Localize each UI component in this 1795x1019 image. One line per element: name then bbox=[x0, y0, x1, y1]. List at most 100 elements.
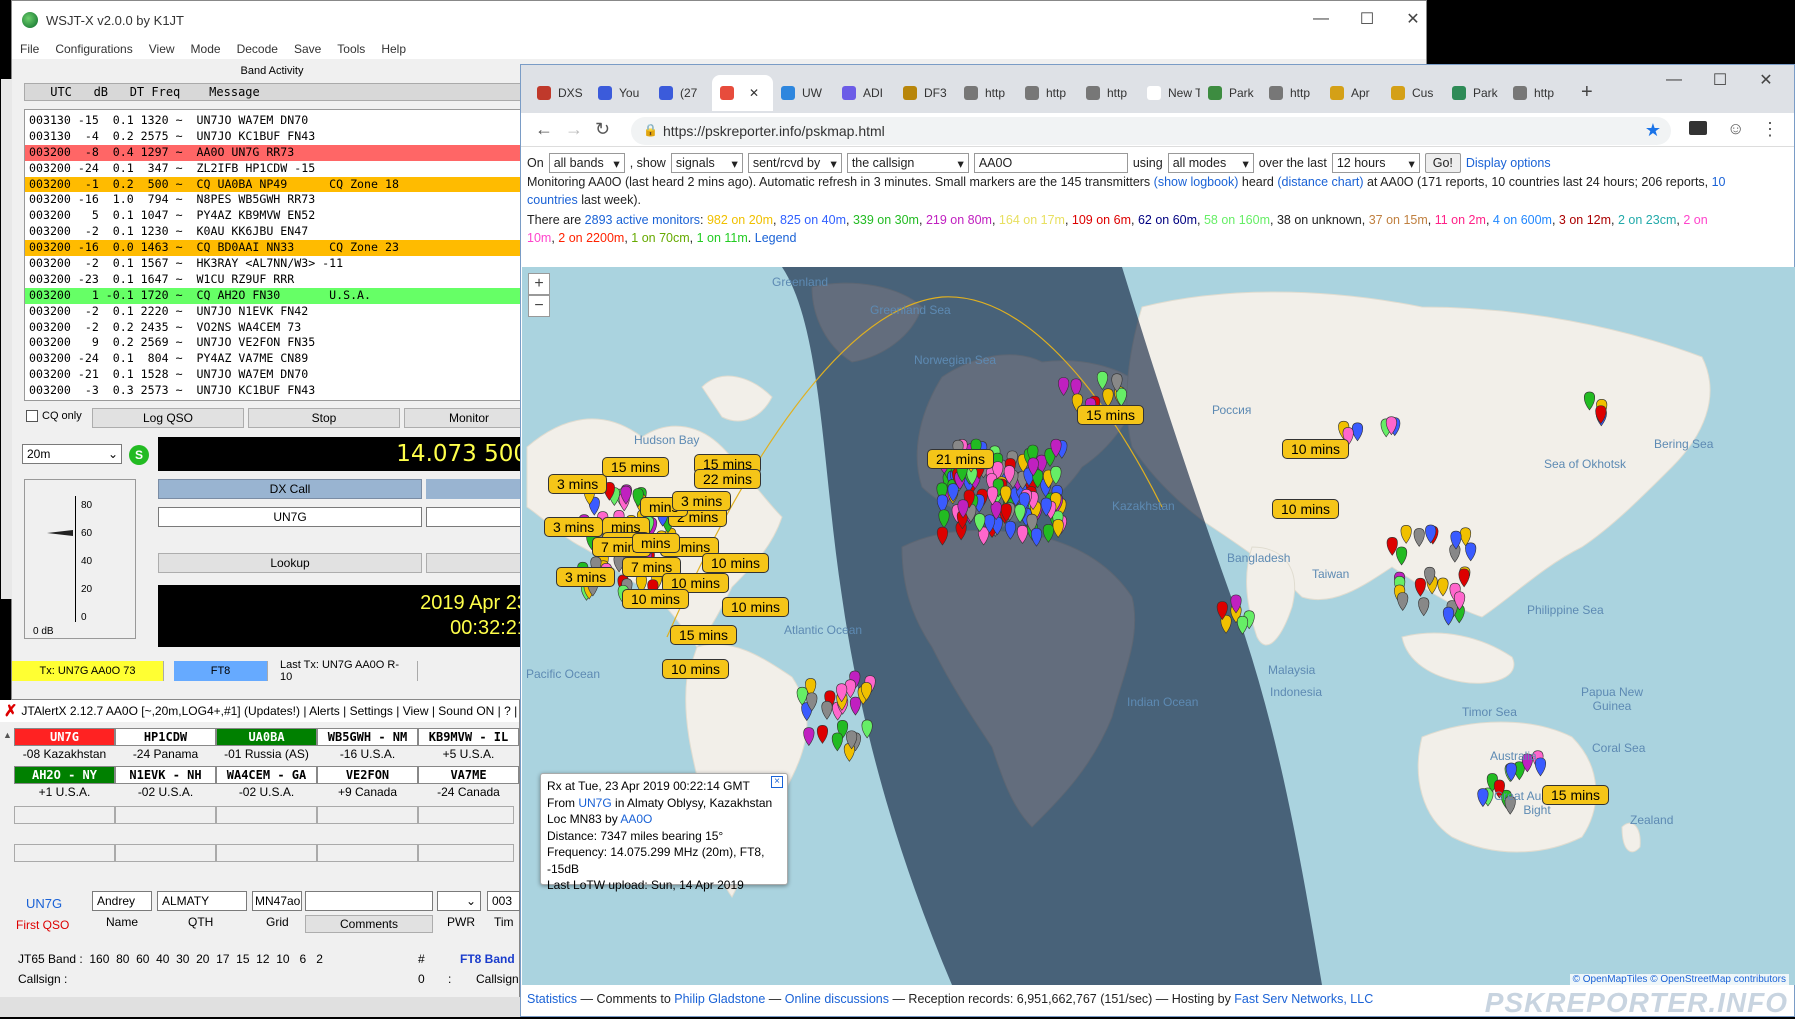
countries-link-2[interactable]: countries bbox=[527, 193, 578, 207]
browser-tab[interactable]: ADI bbox=[834, 75, 895, 111]
time-bubble[interactable]: 15 mins bbox=[670, 625, 738, 645]
distance-chart-link[interactable]: (distance chart) bbox=[1277, 175, 1363, 189]
monitor-button[interactable]: Monitor bbox=[404, 408, 534, 428]
time-bubble[interactable]: 3 mins bbox=[672, 491, 732, 511]
countries-link[interactable]: 10 bbox=[1712, 175, 1726, 189]
back-icon[interactable]: ← bbox=[535, 119, 553, 140]
station-marker[interactable] bbox=[831, 732, 843, 752]
cq-only-checkbox[interactable]: CQ only bbox=[26, 410, 82, 422]
browser-tab[interactable]: (27 bbox=[651, 75, 712, 111]
browser-tab[interactable]: You bbox=[590, 75, 651, 111]
time-bubble[interactable]: 15 mins bbox=[1542, 785, 1610, 805]
callsign-cell[interactable]: WB5GWH - NM bbox=[317, 728, 418, 746]
callsign-cell[interactable]: KB9MVW - IL bbox=[418, 728, 519, 746]
callsign-cell[interactable]: UN7G bbox=[14, 728, 115, 746]
address-bar[interactable]: 🔒 https://pskreporter.info/pskmap.html ★ bbox=[631, 117, 1671, 145]
band-select[interactable]: 20m ⌄ bbox=[22, 444, 122, 464]
time-bubble[interactable]: mins bbox=[632, 533, 680, 553]
browser-tab[interactable]: New Tab bbox=[1139, 75, 1200, 111]
decode-row[interactable]: 003200 -1 0.2 500 ~ CQ UA0BA NP49 CQ Zon… bbox=[25, 176, 533, 193]
callsign-cell[interactable]: AH2O - NY bbox=[14, 766, 115, 784]
callsign-input[interactable]: AA0O bbox=[973, 153, 1128, 173]
tab-close-icon[interactable]: ✕ bbox=[749, 86, 759, 100]
callsign-type-select[interactable]: the callsign ▾ bbox=[846, 153, 969, 173]
station-marker[interactable] bbox=[1418, 597, 1430, 617]
go-button[interactable]: Go! bbox=[1424, 153, 1461, 173]
extension-icon[interactable] bbox=[1689, 121, 1707, 135]
legend-link[interactable]: Legend bbox=[755, 231, 797, 245]
decode-row[interactable]: 003200 -23 0.1 1647 ~ W1CU RZ9UF RRR bbox=[25, 271, 533, 288]
time-bubble[interactable]: 3 mins bbox=[548, 474, 608, 494]
decode-row[interactable]: 003200 -3 0.3 2573 ~ UN7JO KC1BUF FN43 bbox=[25, 383, 533, 400]
time-bubble[interactable]: 10 mins bbox=[702, 553, 770, 573]
decode-row[interactable]: 003200 -16 1.0 794 ~ N8PES WB5GWH RR73 bbox=[25, 192, 533, 209]
zoom-in-button[interactable]: + bbox=[528, 273, 550, 295]
time-bubble[interactable]: 10 mins bbox=[722, 597, 790, 617]
new-tab-button[interactable]: + bbox=[1581, 81, 1593, 104]
menu-save[interactable]: Save bbox=[286, 42, 329, 56]
chrome-menu-icon[interactable]: ⋮ bbox=[1761, 119, 1779, 140]
philip-gladstone-link[interactable]: Philip Gladstone bbox=[674, 992, 765, 1006]
station-marker[interactable] bbox=[1397, 592, 1409, 611]
callsign-cell[interactable]: VE2FON bbox=[317, 766, 418, 784]
station-marker[interactable] bbox=[821, 701, 833, 720]
show-logbook-link[interactable]: (show logbook) bbox=[1154, 175, 1239, 189]
browser-tab[interactable]: Park bbox=[1444, 75, 1505, 111]
callsign-cell[interactable]: HP1CDW bbox=[115, 728, 216, 746]
band-activity-list[interactable]: 003130 -15 0.1 1320 ~ UN7JO WA7EM DN70 00… bbox=[24, 109, 534, 401]
bookmark-star-icon[interactable]: ★ bbox=[1645, 120, 1661, 141]
browser-tab[interactable]: http bbox=[956, 75, 1017, 111]
decode-row[interactable]: 003130 -15 0.1 1320 ~ UN7JO WA7EM DN70 bbox=[25, 113, 533, 129]
dx-call-input[interactable]: UN7G bbox=[158, 507, 422, 527]
menu-mode[interactable]: Mode bbox=[183, 42, 229, 56]
station-marker[interactable] bbox=[1414, 577, 1426, 597]
time-field[interactable]: 003 bbox=[487, 891, 520, 911]
browser-tab[interactable]: Apr bbox=[1322, 75, 1383, 111]
signals-select[interactable]: signals ▾ bbox=[670, 153, 743, 173]
browser-tab[interactable]: Park bbox=[1200, 75, 1261, 111]
callsign-cell[interactable]: N1EVK - NH bbox=[115, 766, 216, 784]
decode-row[interactable]: 003200 -16 0.0 1463 ~ CQ BD0AAI NN33 CQ … bbox=[25, 240, 533, 257]
hosting-link[interactable]: Fast Serv Networks, LLC bbox=[1234, 992, 1373, 1006]
log-qso-button[interactable]: Log QSO bbox=[92, 408, 244, 428]
time-bubble[interactable]: 15 mins bbox=[602, 457, 670, 477]
add-button[interactable] bbox=[426, 553, 534, 573]
close-icon[interactable]: ✕ bbox=[1390, 1, 1436, 37]
direction-select[interactable]: sent/rcvd by ▾ bbox=[747, 153, 842, 173]
maximize-icon[interactable]: ☐ bbox=[1344, 1, 1390, 37]
scroll-up-icon[interactable]: ▲ bbox=[3, 730, 12, 740]
grid-field[interactable]: MN47ao bbox=[252, 891, 302, 911]
close-icon[interactable]: ✗ bbox=[4, 701, 17, 721]
close-icon[interactable]: × bbox=[771, 776, 783, 788]
comments-field[interactable] bbox=[305, 891, 433, 911]
decode-row[interactable]: 003200 -2 0.1 1230 ~ K0AU KK6JBU EN47 bbox=[25, 224, 533, 241]
browser-tab[interactable]: Cus bbox=[1383, 75, 1444, 111]
decode-row[interactable]: 003200 1 -0.1 1720 ~ CQ AH2O FN30 U.S.A. bbox=[25, 287, 533, 304]
browser-tab[interactable]: DXS bbox=[529, 75, 590, 111]
browser-tab[interactable]: ✕ bbox=[712, 75, 773, 111]
checkbox-box[interactable] bbox=[26, 410, 38, 422]
name-field[interactable]: Andrey bbox=[92, 891, 152, 911]
reload-icon[interactable]: ↻ bbox=[595, 119, 610, 140]
decode-row[interactable]: 003200 -2 0.1 1567 ~ HK3RAY <AL7NN/W3> -… bbox=[25, 256, 533, 272]
browser-tab[interactable]: http bbox=[1017, 75, 1078, 111]
browser-tab[interactable]: DF3 bbox=[895, 75, 956, 111]
maximize-icon[interactable]: ☐ bbox=[1697, 65, 1743, 95]
lookup-button[interactable]: Lookup bbox=[158, 553, 422, 573]
menu-file[interactable]: File bbox=[12, 42, 47, 56]
decode-row[interactable]: 003200 -2 0.1 2220 ~ UN7JO N1EVK FN42 bbox=[25, 303, 533, 320]
time-bubble[interactable]: 3 mins bbox=[544, 517, 604, 537]
time-bubble[interactable]: 21 mins bbox=[927, 449, 995, 469]
openstreetmap-link[interactable]: © OpenStreetMap contributors bbox=[1650, 974, 1786, 985]
station-marker[interactable] bbox=[1442, 606, 1455, 626]
comments-button[interactable]: Comments bbox=[305, 915, 433, 933]
decode-row[interactable]: 003200 -8 0.4 1297 ~ AA0O UN7G RR73 bbox=[25, 144, 533, 161]
online-discussions-link[interactable]: Online discussions bbox=[785, 992, 889, 1006]
active-monitors-link[interactable]: 2893 active monitors bbox=[585, 213, 700, 227]
info-loc-call-link[interactable]: AA0O bbox=[620, 812, 652, 826]
minimize-icon[interactable]: — bbox=[1651, 65, 1697, 95]
decode-row[interactable]: 003200 -24 0.1 347 ~ ZL2IFB HP1CDW -15 bbox=[25, 160, 533, 177]
menu-decode[interactable]: Decode bbox=[229, 42, 286, 56]
browser-tab[interactable]: UW bbox=[773, 75, 834, 111]
statistics-link[interactable]: Statistics bbox=[527, 992, 577, 1006]
